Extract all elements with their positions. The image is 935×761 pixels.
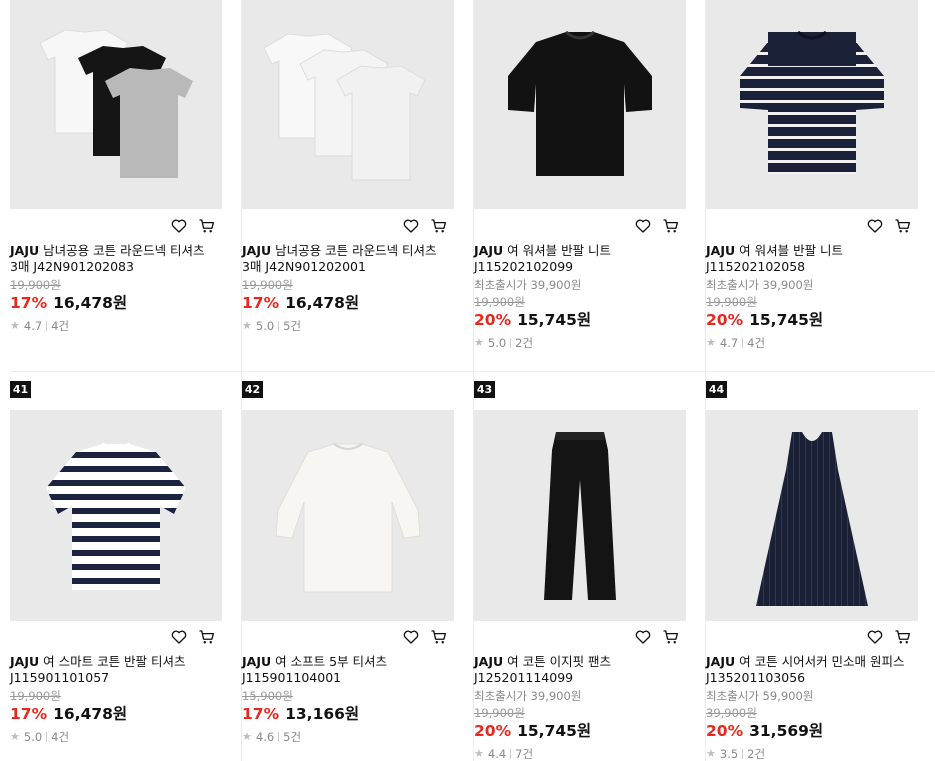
product-card[interactable]: 43 JAJU 여 코튼 이지핏 팬츠 J125201114099 최초출시가 … (474, 0, 686, 761)
black-pants-image (544, 432, 616, 600)
rating-row: ★ 4.4 7건 (474, 747, 686, 761)
rating-row: ★ 4.6 5건 (242, 730, 454, 744)
heart-icon[interactable] (170, 628, 188, 646)
original-price: 19,900원 (10, 689, 61, 703)
original-price: 15,900원 (242, 689, 293, 703)
original-price: 39,900원 (706, 706, 757, 720)
product-title[interactable]: JAJU 여 소프트 5부 티셔츠 J115901104001 (242, 654, 447, 686)
star-icon: ★ (10, 730, 20, 743)
brand-name: JAJU (706, 654, 736, 669)
rank-badge: 44 (706, 381, 727, 398)
divider (46, 732, 48, 742)
review-count: 2건 (747, 747, 766, 761)
product-card[interactable]: 41 JAJU 여 스마트 코튼 반팔 티셔츠 J115901101057 19… (10, 0, 222, 761)
rating-value: 5.0 (23, 730, 43, 744)
heart-icon[interactable] (866, 628, 884, 646)
rating-row: ★ 3.5 2건 (706, 747, 918, 761)
divider (510, 749, 512, 759)
rank-badge: 43 (474, 381, 495, 398)
original-price: 19,900원 (474, 706, 525, 720)
brand-name: JAJU (474, 654, 504, 669)
sale-price: 16,478원 (53, 705, 128, 723)
heart-icon[interactable] (634, 628, 652, 646)
product-title[interactable]: JAJU 여 코튼 시어서커 민소매 원피스 J135201103056 (706, 654, 911, 686)
divider (742, 749, 744, 759)
rating-value: 3.5 (719, 747, 739, 761)
star-icon: ★ (706, 747, 716, 760)
sale-price: 13,166원 (285, 705, 360, 723)
star-icon: ★ (474, 747, 484, 760)
cart-icon[interactable] (662, 628, 680, 646)
review-count: 5건 (283, 730, 302, 744)
product-image[interactable] (242, 410, 454, 621)
discount-rate: 17% (10, 705, 48, 723)
navy-dress-image (756, 432, 868, 606)
review-count: 7건 (515, 747, 534, 761)
product-title[interactable]: JAJU 여 스마트 코튼 반팔 티셔츠 J115901101057 (10, 654, 215, 686)
discount-rate: 17% (242, 705, 280, 723)
discount-rate: 20% (474, 722, 512, 740)
rating-value: 4.4 (487, 747, 507, 761)
rating-value: 4.6 (255, 730, 275, 744)
product-image[interactable] (706, 410, 918, 621)
sale-price: 15,745원 (517, 722, 592, 740)
cart-icon[interactable] (894, 628, 912, 646)
product-image[interactable] (10, 410, 222, 621)
cart-icon[interactable] (198, 628, 216, 646)
launch-price: 최초출시가 59,900원 (706, 689, 814, 703)
stripe-tee-image (46, 442, 186, 590)
heart-icon[interactable] (402, 628, 420, 646)
divider (278, 732, 280, 742)
review-count: 4건 (51, 730, 70, 744)
cart-icon[interactable] (430, 628, 448, 646)
launch-price: 최초출시가 39,900원 (474, 689, 582, 703)
brand-name: JAJU (242, 654, 272, 669)
product-name: 여 코튼 시어서커 민소매 원피스 J135201103056 (706, 654, 905, 685)
discount-rate: 20% (706, 722, 744, 740)
product-title[interactable]: JAJU 여 코튼 이지핏 팬츠 J125201114099 (474, 654, 679, 686)
product-card[interactable]: 44 JAJU 여 코튼 시어서커 민소매 원피스 J135201103056 … (706, 0, 918, 761)
rank-badge: 42 (242, 381, 263, 398)
white-tee-long-image (275, 443, 421, 593)
rating-row: ★ 5.0 4건 (10, 730, 222, 744)
rank-badge: 41 (10, 381, 31, 398)
product-image[interactable] (474, 410, 686, 621)
brand-name: JAJU (10, 654, 40, 669)
sale-price: 31,569원 (749, 722, 824, 740)
product-card[interactable]: 42 JAJU 여 소프트 5부 티셔츠 J115901104001 15,90… (242, 0, 454, 761)
star-icon: ★ (242, 730, 252, 743)
